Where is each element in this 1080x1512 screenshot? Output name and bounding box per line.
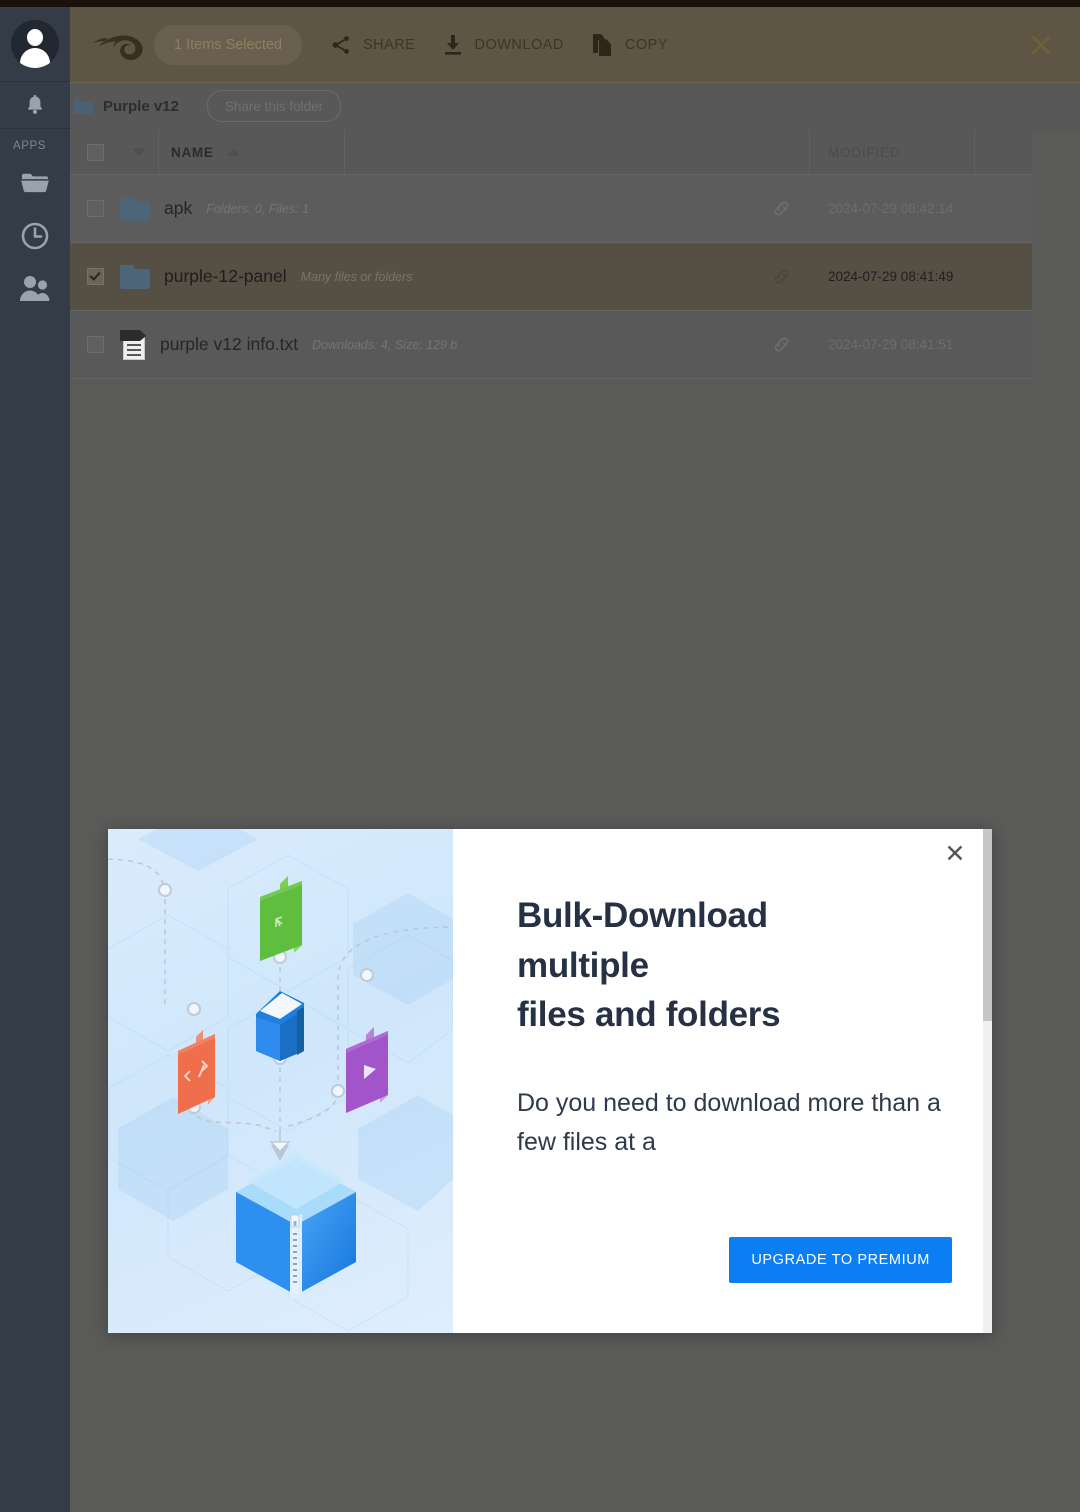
top-dark-strip <box>0 0 1080 7</box>
row-select-cell <box>70 200 120 217</box>
table-row[interactable]: purple-12-panel Many files or folders 20… <box>70 243 1032 311</box>
download-icon <box>445 34 462 55</box>
link-icon <box>774 337 788 352</box>
row-file-cell[interactable]: purple-12-panel Many files or folders <box>120 264 752 289</box>
modified-column-header[interactable]: MODIFIED <box>810 130 975 174</box>
modal-title-line-2: multiple <box>517 945 649 985</box>
table-row[interactable]: purple v12 info.txt Downloads: 4, Size: … <box>70 311 1032 379</box>
row-modified: 2024-07-29 08:42:14 <box>828 201 954 216</box>
bulk-download-isometric-illustration <box>108 829 453 1333</box>
sidebar-item-files[interactable] <box>0 156 70 209</box>
bell-icon <box>27 94 43 114</box>
link-icon <box>774 269 788 284</box>
text-document-icon <box>120 329 146 360</box>
selection-toolbar: 1 Items Selected SHARE DOWNLOAD COPY <box>70 7 1080 83</box>
row-file-name: apk <box>164 198 193 218</box>
app-logo[interactable] <box>90 26 148 64</box>
row-link-cell[interactable] <box>752 199 810 218</box>
link-icon <box>774 201 788 216</box>
folder-icon <box>120 264 150 289</box>
share-label: SHARE <box>363 36 416 53</box>
modal-paragraph: Do you need to download more than a few … <box>517 1089 941 1156</box>
row-file-cell[interactable]: apk Folders: 0, Files: 1 <box>120 196 752 221</box>
name-header-label: NAME <box>171 144 214 160</box>
row-link-cell[interactable] <box>752 335 810 354</box>
selection-count-badge: 1 Items Selected <box>154 24 302 65</box>
share-icon <box>332 35 349 54</box>
app-root: APPS 1 Items Selected SHARE DOWNLOAD COP… <box>0 0 1080 1512</box>
upgrade-to-premium-button[interactable]: UPGRADE TO PREMIUM <box>729 1237 952 1283</box>
row-file-cell[interactable]: purple v12 info.txt Downloads: 4, Size: … <box>120 329 752 360</box>
copy-button[interactable]: COPY <box>592 25 668 65</box>
sidebar-item-notifications[interactable] <box>0 82 70 129</box>
sidebar-item-shared[interactable] <box>0 262 70 315</box>
row-select-cell <box>70 268 120 285</box>
share-button[interactable]: SHARE <box>330 25 415 65</box>
modal-close-button[interactable]: ✕ <box>938 837 972 871</box>
folder-icon <box>21 173 49 192</box>
row-select-cell <box>70 336 120 353</box>
row-checkbox[interactable] <box>86 268 104 285</box>
user-avatar-icon <box>11 20 59 68</box>
select-all-checkbox[interactable] <box>86 143 104 161</box>
selection-count-label: 1 Items Selected <box>174 36 282 53</box>
row-checkbox[interactable] <box>86 200 104 217</box>
modified-header-label: MODIFIED <box>828 144 901 160</box>
row-file-name: purple-12-panel <box>164 266 287 286</box>
copy-label: COPY <box>624 36 668 53</box>
close-selection-button[interactable] <box>1024 28 1058 62</box>
bulk-actions-cell[interactable] <box>120 130 159 174</box>
bulk-download-upsell-modal: ✕ Bulk-Download multiple files and folde… <box>108 829 992 1333</box>
modal-scrollbar-track[interactable] <box>983 829 992 1333</box>
copy-icon <box>592 33 611 56</box>
row-checkbox[interactable] <box>86 336 104 353</box>
row-link-cell[interactable] <box>752 267 810 286</box>
end-column-header <box>975 130 1032 174</box>
name-column-header[interactable]: NAME <box>159 130 345 174</box>
chevron-down-icon <box>132 147 146 157</box>
table-header-row: NAME MODIFIED <box>70 130 1032 175</box>
breadcrumb-folder-name[interactable]: Purple v12 <box>103 98 179 115</box>
people-icon <box>20 276 50 301</box>
sidebar-item-recent[interactable] <box>0 209 70 262</box>
ascending-caret-icon <box>226 148 240 156</box>
download-label: DOWNLOAD <box>474 36 564 53</box>
folder-icon <box>73 98 93 114</box>
modal-title: Bulk-Download multiple files and folders <box>517 891 942 1040</box>
mediafire-flame-icon <box>93 34 143 60</box>
row-modified: 2024-07-29 08:41:49 <box>828 269 954 284</box>
left-sidebar: APPS <box>0 7 70 1512</box>
close-icon <box>1031 35 1051 54</box>
select-all-cell <box>70 143 120 161</box>
table-row[interactable]: apk Folders: 0, Files: 1 2024-07-29 08:4… <box>70 175 1032 243</box>
download-button[interactable]: DOWNLOAD <box>443 25 563 65</box>
row-file-meta: Folders: 0, Files: 1 <box>206 201 310 216</box>
row-file-meta: Downloads: 4, Size: 129 b <box>312 337 458 352</box>
modal-title-line-1: Bulk-Download <box>517 896 768 935</box>
breadcrumb: Purple v12 Share this folder <box>70 82 1080 130</box>
row-file-name: purple v12 info.txt <box>160 334 299 354</box>
spacer-column-header <box>345 130 810 174</box>
folder-icon <box>120 196 150 221</box>
sidebar-apps-label: APPS <box>13 140 47 152</box>
row-modified: 2024-07-29 08:41:51 <box>828 337 954 352</box>
row-file-meta: Many files or folders <box>300 269 413 284</box>
share-this-folder-button[interactable]: Share this folder <box>206 90 342 122</box>
modal-title-line-3: files and folders <box>517 995 781 1035</box>
file-list-table: NAME MODIFIED apk Folders: 0, Files: 1 2… <box>70 130 1032 379</box>
sidebar-item-avatar[interactable] <box>0 7 70 82</box>
modal-scrollbar-thumb[interactable] <box>983 829 992 1021</box>
clock-icon <box>21 222 49 249</box>
modal-content: ✕ Bulk-Download multiple files and folde… <box>453 829 992 1333</box>
